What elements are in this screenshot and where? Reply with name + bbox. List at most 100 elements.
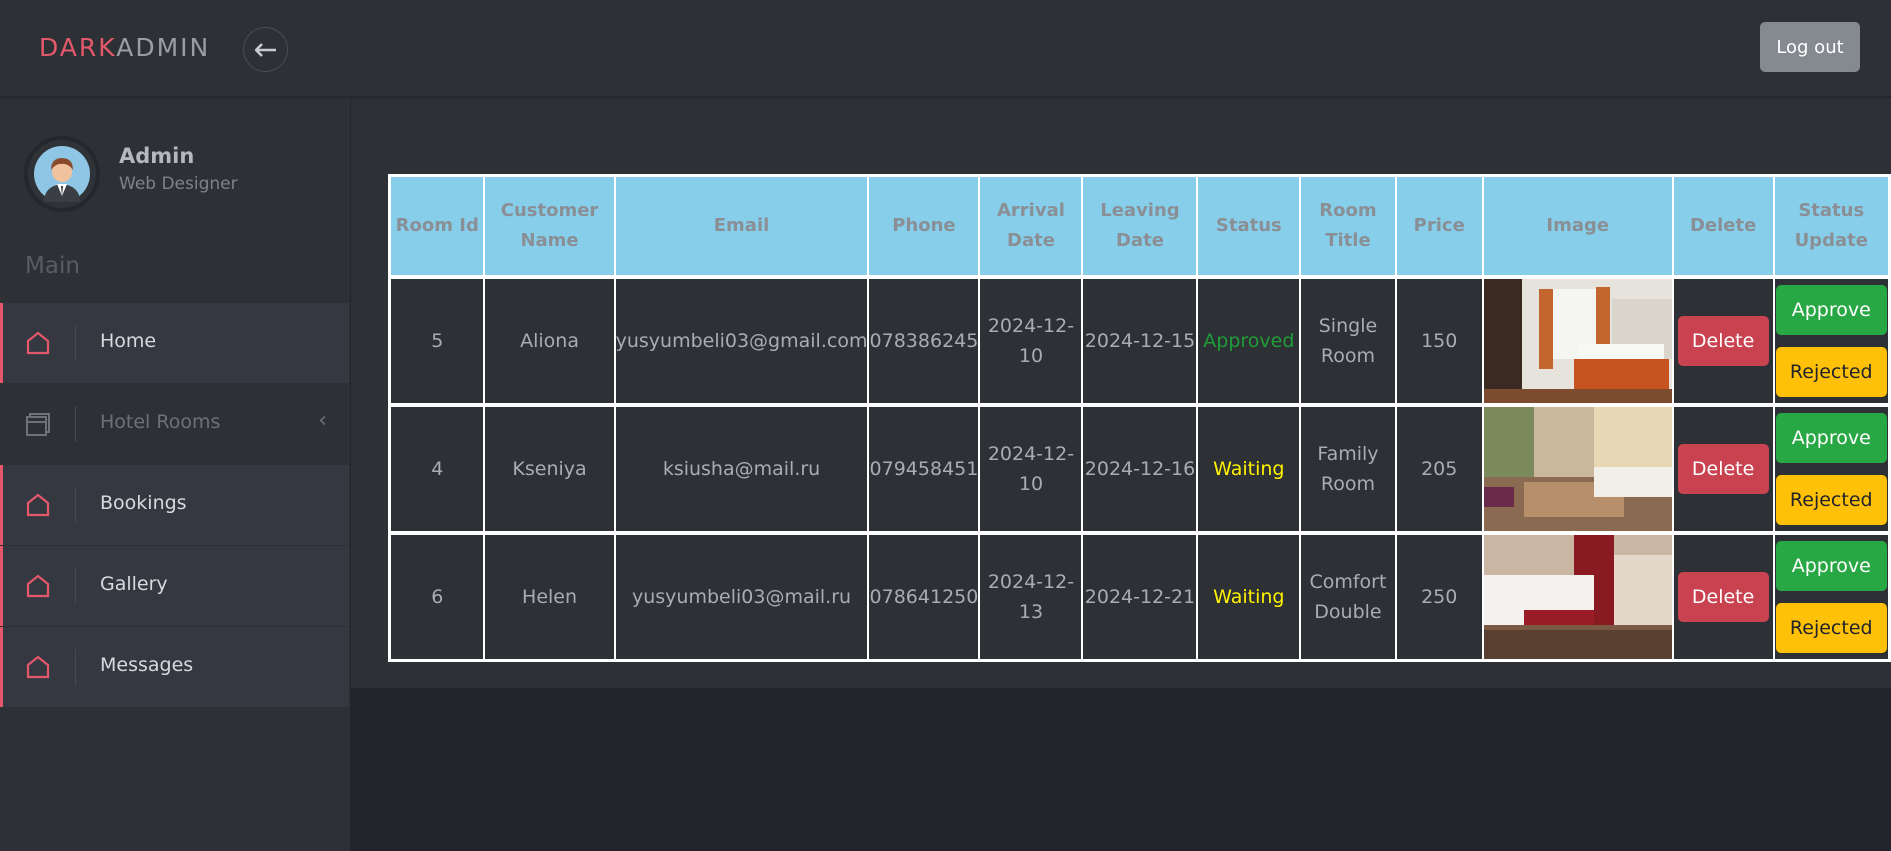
sidebar-item-messages[interactable]: Messages <box>0 627 349 707</box>
cell-room-id: 6 <box>388 531 486 661</box>
cell-customer-name: Aliona <box>483 275 616 406</box>
home-icon <box>26 655 50 679</box>
cell-delete: Delete <box>1671 403 1775 534</box>
sidebar-item-label: Bookings <box>100 492 187 514</box>
chevron-left-icon[interactable]: ‹ <box>318 408 327 433</box>
cell-status-update: Approve Rejected <box>1772 403 1891 534</box>
cell-room-id: 4 <box>388 403 486 534</box>
column-header-room-id: Room Id <box>388 174 486 278</box>
cell-status: Approved <box>1196 275 1302 406</box>
cell-image <box>1481 403 1674 534</box>
table-row: 5 Aliona yusyumbeli03@gmail.com 07838624… <box>388 275 1891 406</box>
cell-phone: 078641250 <box>867 531 981 661</box>
cell-delete: Delete <box>1671 275 1775 406</box>
cell-room-title: Family Room <box>1299 403 1397 534</box>
cell-status: Waiting <box>1196 531 1302 661</box>
delete-button[interactable]: Delete <box>1677 315 1769 366</box>
sidebar-item-home[interactable]: Home <box>0 303 349 383</box>
separator <box>75 649 76 685</box>
table-row: 6 Helen yusyumbeli03@mail.ru 078641250 2… <box>388 531 1891 661</box>
cell-arrival-date: 2024-12-10 <box>978 403 1084 534</box>
cell-price: 150 <box>1394 275 1484 406</box>
logo[interactable]: DARKADMIN <box>39 33 210 62</box>
home-icon <box>26 331 50 355</box>
column-header-leaving-date: Leaving Date <box>1081 174 1199 278</box>
home-icon <box>26 574 50 598</box>
column-header-room-title: Room Title <box>1299 174 1397 278</box>
logo-part-admin: ADMIN <box>116 33 211 62</box>
cell-customer-name: Kseniya <box>483 403 616 534</box>
delete-button[interactable]: Delete <box>1677 443 1769 494</box>
rejected-button[interactable]: Rejected <box>1775 602 1887 653</box>
cell-leaving-date: 2024-12-15 <box>1081 275 1199 406</box>
cell-arrival-date: 2024-12-13 <box>978 531 1084 661</box>
home-icon <box>26 493 50 517</box>
sidebar-item-label: Hotel Rooms <box>100 411 221 433</box>
cell-phone: 079458451 <box>867 403 981 534</box>
approve-button[interactable]: Approve <box>1775 540 1887 591</box>
avatar-icon <box>34 146 90 202</box>
sidebar-item-bookings[interactable]: Bookings <box>0 465 349 545</box>
profile-name: Admin <box>119 144 195 168</box>
logout-button[interactable]: Log out <box>1760 22 1860 72</box>
sidebar: Admin Web Designer Main Home Hotel Rooms… <box>0 98 350 851</box>
room-image <box>1483 278 1672 403</box>
cell-customer-name: Helen <box>483 531 616 661</box>
separator <box>75 487 76 523</box>
rooms-icon <box>26 413 50 436</box>
cell-status-update: Approve Rejected <box>1772 275 1891 406</box>
cell-status: Waiting <box>1196 403 1302 534</box>
cell-leaving-date: 2024-12-21 <box>1081 531 1199 661</box>
column-header-customer-name: Customer Name <box>483 174 616 278</box>
column-header-image: Image <box>1481 174 1674 278</box>
column-header-email: Email <box>613 174 870 278</box>
room-image <box>1483 406 1672 531</box>
avatar <box>24 136 100 212</box>
sidebar-item-gallery[interactable]: Gallery <box>0 546 349 626</box>
user-profile: Admin Web Designer <box>24 136 334 216</box>
sidebar-item-label: Gallery <box>100 573 168 595</box>
separator <box>75 325 76 361</box>
separator <box>75 568 76 604</box>
table-header-row: Room Id Customer Name Email Phone Arriva… <box>388 174 1891 278</box>
rejected-button[interactable]: Rejected <box>1775 474 1887 525</box>
room-image <box>1483 534 1672 659</box>
approve-button[interactable]: Approve <box>1775 412 1887 463</box>
approve-button[interactable]: Approve <box>1775 284 1887 335</box>
rejected-button[interactable]: Rejected <box>1775 346 1887 397</box>
cell-email: yusyumbeli03@gmail.com <box>613 275 870 406</box>
cell-email: yusyumbeli03@mail.ru <box>613 531 870 661</box>
column-header-delete: Delete <box>1671 174 1775 278</box>
separator <box>75 406 76 442</box>
sidebar-item-hotel-rooms[interactable]: Hotel Rooms ‹ <box>0 384 349 464</box>
cell-image <box>1481 531 1674 661</box>
column-header-price: Price <box>1394 174 1484 278</box>
logo-part-dark: DARK <box>39 33 117 62</box>
table-row: 4 Kseniya ksiusha@mail.ru 079458451 2024… <box>388 403 1891 534</box>
column-header-status-update: Status Update <box>1772 174 1891 278</box>
cell-email: ksiusha@mail.ru <box>613 403 870 534</box>
cell-leaving-date: 2024-12-16 <box>1081 403 1199 534</box>
delete-button[interactable]: Delete <box>1677 571 1769 622</box>
cell-delete: Delete <box>1671 531 1775 661</box>
cell-room-id: 5 <box>388 275 486 406</box>
cell-price: 250 <box>1394 531 1484 661</box>
column-header-phone: Phone <box>867 174 981 278</box>
section-title-main: Main <box>25 253 80 279</box>
top-header: DARKADMIN Log out <box>0 0 1891 97</box>
cell-image <box>1481 275 1674 406</box>
cell-room-title: Comfort Double <box>1299 531 1397 661</box>
cell-price: 205 <box>1394 403 1484 534</box>
cell-phone: 078386245 <box>867 275 981 406</box>
bookings-table: Room Id Customer Name Email Phone Arriva… <box>388 174 1891 662</box>
profile-role: Web Designer <box>119 174 238 194</box>
column-header-arrival-date: Arrival Date <box>978 174 1084 278</box>
cell-room-title: Single Room <box>1299 275 1397 406</box>
sidebar-item-label: Home <box>100 330 157 352</box>
arrow-left-icon <box>254 42 276 57</box>
sidebar-item-label: Messages <box>100 654 194 676</box>
column-header-status: Status <box>1196 174 1302 278</box>
cell-status-update: Approve Rejected <box>1772 531 1891 661</box>
sidebar-toggle-button[interactable] <box>243 27 288 72</box>
cell-arrival-date: 2024-12-10 <box>978 275 1084 406</box>
